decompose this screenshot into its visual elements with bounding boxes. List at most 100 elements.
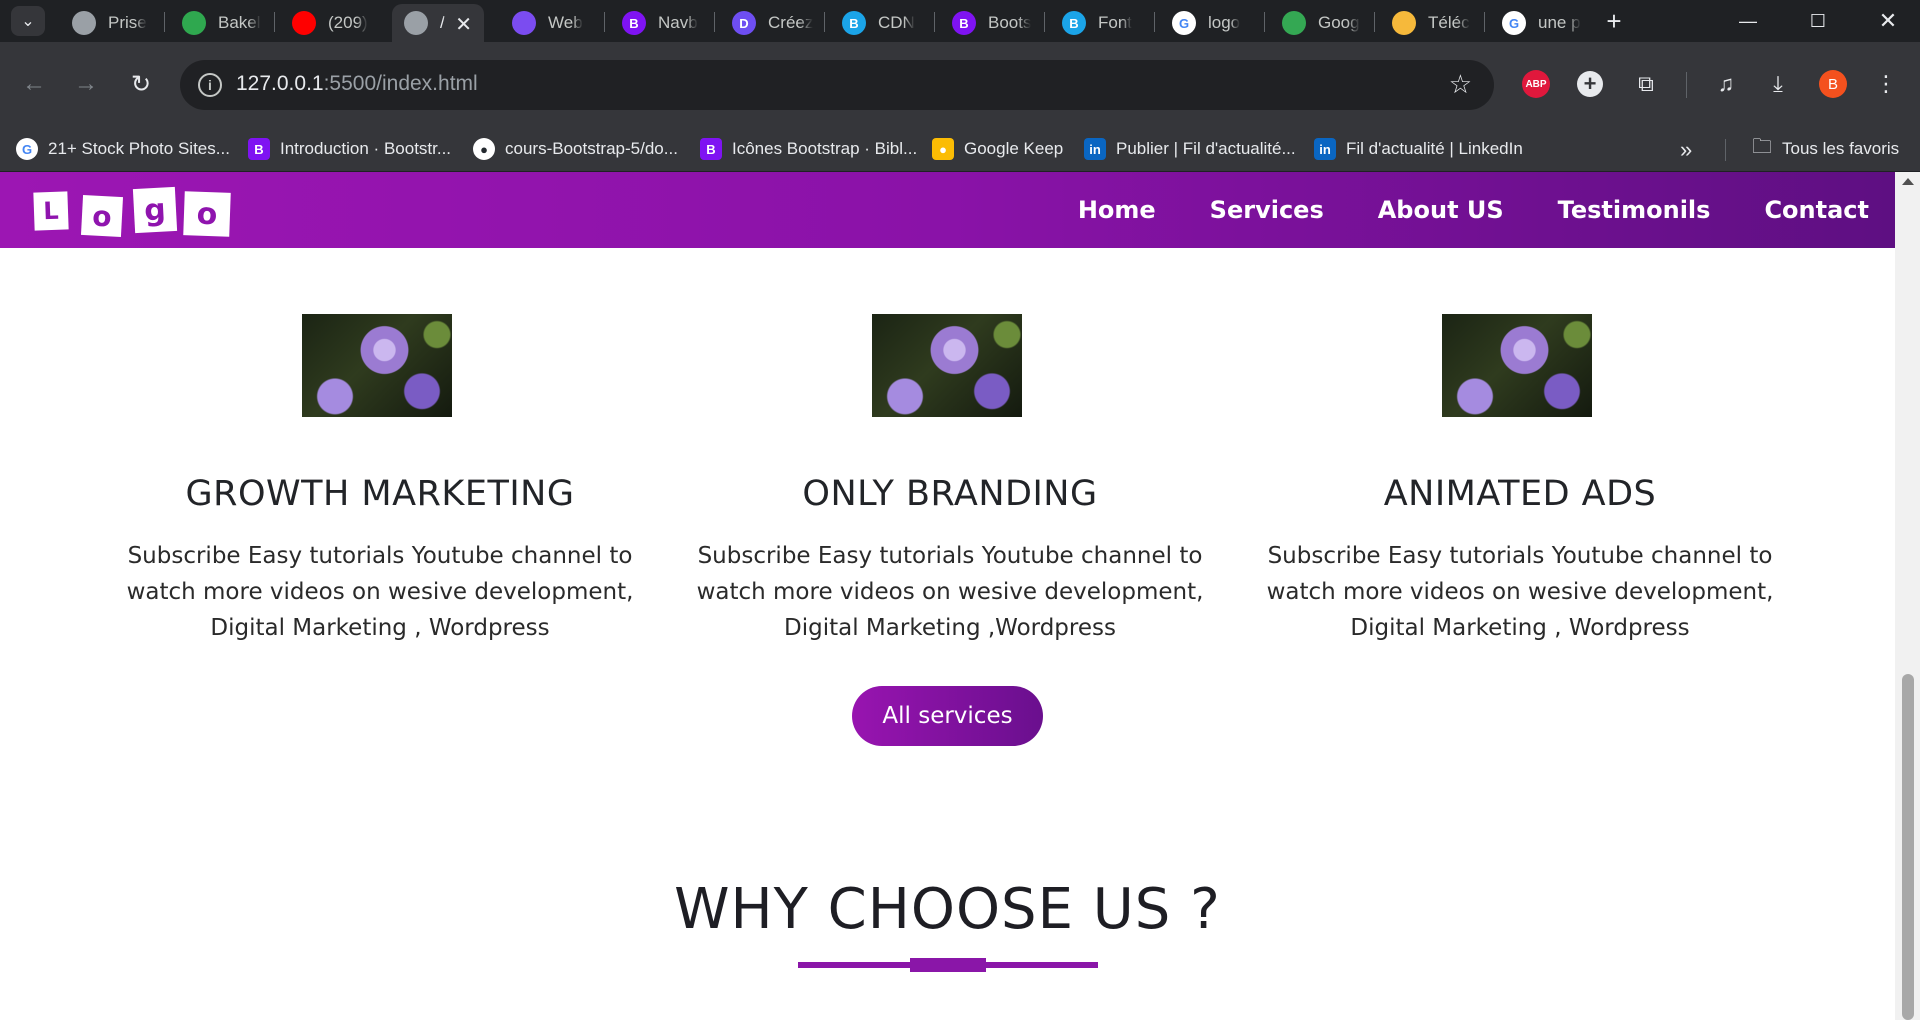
- bootstrap-icon: B: [952, 11, 976, 35]
- h-icon: [512, 11, 536, 35]
- downloads-icon[interactable]: ⤓: [1762, 68, 1794, 100]
- extensions-puzzle-icon[interactable]: ⧉: [1630, 68, 1662, 100]
- service-description: Subscribe Easy tutorials Youtube channel…: [126, 543, 634, 641]
- browser-toolbar: ← → ↻ i 127.0.0.1:5500/index.html ☆ ABP …: [0, 42, 1920, 127]
- tab-10[interactable]: B Font: [1050, 4, 1150, 42]
- tab-title: Font: [1098, 13, 1133, 32]
- bookmark-item[interactable]: G 21+ Stock Photo Sites...: [16, 135, 230, 163]
- tab-separator: [934, 12, 935, 32]
- tab-search-button[interactable]: ⌄: [11, 6, 45, 36]
- tab-1[interactable]: Prise: [60, 4, 160, 42]
- folder-icon: 🗀: [1752, 136, 1772, 158]
- bookmarks-divider: [1725, 139, 1726, 161]
- google-meet-icon: [1282, 11, 1306, 35]
- bookmark-label: Icônes Bootstrap · Bibl...: [732, 139, 918, 158]
- tab-separator: [164, 12, 165, 32]
- tab-7[interactable]: D Créez: [720, 4, 820, 42]
- forward-button[interactable]: →: [66, 64, 106, 104]
- tab-13[interactable]: Téléc: [1380, 4, 1480, 42]
- bookmark-item[interactable]: in Fil d'actualité | LinkedIn: [1314, 135, 1523, 163]
- close-window-button[interactable]: ✕: [1860, 0, 1916, 42]
- nav-home[interactable]: Home: [1078, 196, 1156, 224]
- toolbar-divider: [1686, 72, 1687, 98]
- tab-5[interactable]: Web: [500, 4, 600, 42]
- reload-button[interactable]: ↻: [121, 64, 161, 104]
- back-button[interactable]: ←: [14, 64, 54, 104]
- maximize-button[interactable]: ☐: [1790, 0, 1846, 42]
- download-site-icon: [1392, 11, 1416, 35]
- google-icon: G: [1172, 11, 1196, 35]
- tab-title: une p: [1538, 13, 1581, 32]
- site-logo[interactable]: L o g o: [33, 186, 234, 240]
- tab-separator: [1044, 12, 1045, 32]
- url-path: :5500/index.html: [323, 72, 478, 95]
- add-extension-button[interactable]: +: [1574, 68, 1606, 100]
- nav-about-us[interactable]: About US: [1378, 196, 1504, 224]
- nav-services[interactable]: Services: [1210, 196, 1324, 224]
- tab-separator: [274, 12, 275, 32]
- site-info-icon[interactable]: i: [198, 73, 222, 97]
- tab-2[interactable]: Bakel: [170, 4, 270, 42]
- tab-separator: [824, 12, 825, 32]
- tab-9[interactable]: B Boots: [940, 4, 1040, 42]
- service-card: GROWTH MARKETING Subscribe Easy tutorial…: [95, 314, 665, 644]
- all-bookmarks-folder[interactable]: 🗀 Tous les favoris: [1752, 135, 1899, 163]
- service-card: ONLY BRANDING Subscribe Easy tutorials Y…: [665, 314, 1235, 644]
- tab-title: Boots: [988, 13, 1032, 32]
- scroll-thumb[interactable]: [1902, 674, 1914, 1020]
- plus-circle-icon: +: [1577, 71, 1603, 97]
- service-image: [1442, 314, 1592, 417]
- tab-4[interactable]: / ✕: [392, 4, 484, 42]
- tab-title: (209): [328, 13, 368, 32]
- tab-separator: [1264, 12, 1265, 32]
- service-title: GROWTH MARKETING: [185, 474, 575, 514]
- bootstrap-icon: B: [1062, 11, 1086, 35]
- bookmark-star-icon[interactable]: ☆: [1449, 69, 1472, 100]
- tab-separator: [714, 12, 715, 32]
- logo-letter-2: o: [80, 194, 124, 238]
- tab-12[interactable]: Goog: [1270, 4, 1370, 42]
- service-title: ONLY BRANDING: [802, 474, 1098, 514]
- tab-14[interactable]: Gune p: [1490, 4, 1590, 42]
- github-icon: ●: [473, 138, 495, 160]
- bookmark-label: Google Keep: [964, 139, 1064, 158]
- all-bookmarks-label: Tous les favoris: [1782, 139, 1900, 158]
- bookmark-item[interactable]: ● Google Keep: [932, 135, 1063, 163]
- nav-contact[interactable]: Contact: [1764, 196, 1869, 224]
- tab-11[interactable]: Glogo: [1160, 4, 1260, 42]
- all-services-button[interactable]: All services: [852, 686, 1043, 746]
- tab-title: Web: [548, 13, 583, 32]
- url-text[interactable]: 127.0.0.1:5500/index.html: [236, 72, 478, 96]
- media-control-icon[interactable]: ♫: [1710, 68, 1742, 100]
- url-host: 127.0.0.1: [236, 72, 324, 95]
- page-scrollbar[interactable]: [1895, 172, 1920, 1020]
- profile-button[interactable]: B: [1817, 68, 1849, 100]
- close-tab-icon[interactable]: ✕: [455, 12, 472, 37]
- youtube-icon: [292, 11, 316, 35]
- tab-title: /: [440, 13, 445, 32]
- more-bookmarks-chevron-icon[interactable]: »: [1680, 137, 1692, 163]
- bookmark-item[interactable]: B Introduction · Bootstr...: [248, 135, 451, 163]
- tab-separator: [1374, 12, 1375, 32]
- bookmark-item[interactable]: ● cours-Bootstrap-5/do...: [473, 135, 678, 163]
- linkedin-icon: in: [1314, 138, 1336, 160]
- minimize-button[interactable]: —: [1720, 0, 1776, 42]
- scroll-up-arrow-icon[interactable]: [1902, 178, 1914, 185]
- tab-6[interactable]: B Navb: [610, 4, 710, 42]
- tab-8[interactable]: B CDN: [830, 4, 930, 42]
- tab-separator: [1484, 12, 1485, 32]
- main-nav: Home Services About US Testimonils Conta…: [1024, 172, 1869, 248]
- google-icon: G: [1502, 11, 1526, 35]
- bookmark-item[interactable]: in Publier | Fil d'actualité...: [1084, 135, 1296, 163]
- bookmark-item[interactable]: B Icônes Bootstrap · Bibl...: [700, 135, 917, 163]
- adblock-extension-button[interactable]: ABP: [1520, 68, 1552, 100]
- menu-kebab-icon[interactable]: ⋮: [1870, 68, 1902, 100]
- tab-title: CDN: [878, 13, 915, 32]
- tab-title: Navb: [658, 13, 698, 32]
- nav-testimonials[interactable]: Testimonils: [1558, 196, 1711, 224]
- new-tab-button[interactable]: +: [1598, 4, 1630, 38]
- tab-3[interactable]: (209): [280, 4, 380, 42]
- globe-icon: [72, 11, 96, 35]
- address-bar[interactable]: i 127.0.0.1:5500/index.html ☆: [180, 60, 1494, 110]
- bootstrap-icon: B: [842, 11, 866, 35]
